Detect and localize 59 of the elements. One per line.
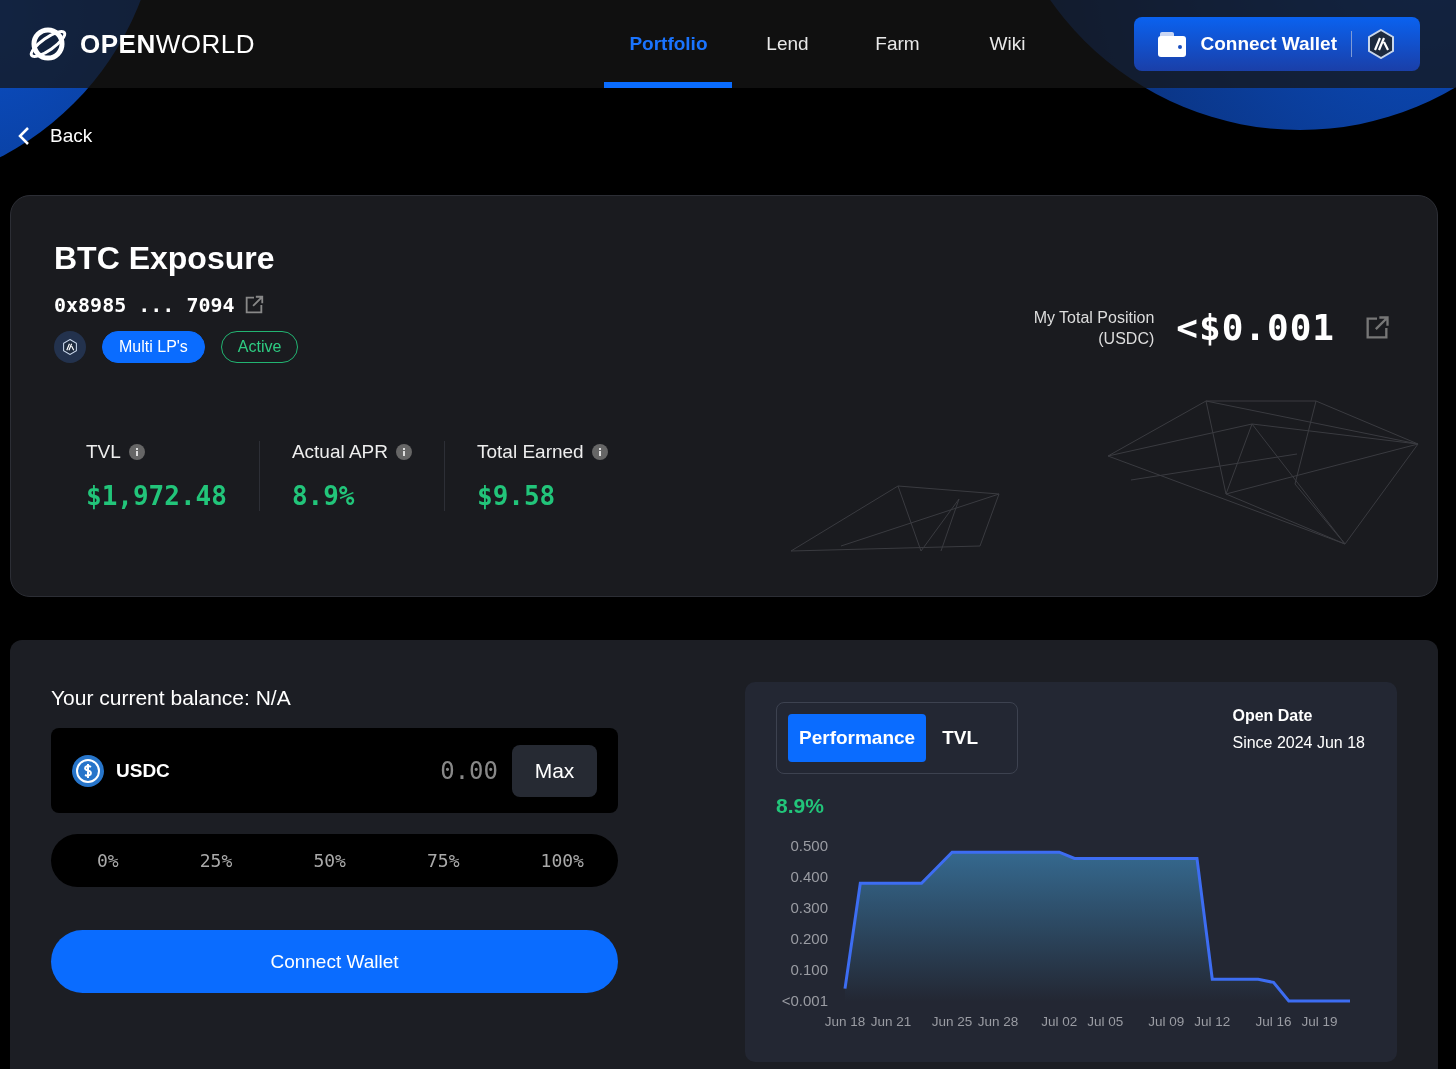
position-value: <$0.001 [1176,307,1335,348]
wallet-icon [1158,31,1187,57]
coin-icon [72,754,104,787]
balance-text: Your current balance: N/A [51,686,292,710]
amount-field[interactable]: USDC 0.00 Max [51,728,618,813]
token-name: USDC [116,759,170,782]
chart-tab[interactable]: Performance [788,714,927,762]
logo-text: OPENWORLD [80,28,255,60]
axis-tick-label: Jun 21 [870,1014,912,1029]
axis-tick-label: Jul 19 [1301,1014,1338,1029]
axis-tick-label: Jul 16 [1255,1014,1292,1029]
axis-tick-label: 0.100 [790,961,828,978]
axis-tick-label: Jul 05 [1087,1014,1124,1029]
open-date-value: Since 2024 Jun 18 [1232,733,1365,753]
vault-title: BTC Exposure [54,240,276,277]
info-icon[interactable] [591,444,608,460]
nav-tab[interactable]: Farm [842,0,953,88]
axis-tick-label: Jun 28 [977,1014,1019,1029]
planet-logo-icon [28,26,68,62]
axis-tick-label: <0.001 [781,992,828,1009]
percent-option[interactable]: 100% [540,850,584,871]
axis-tick-label: Jun 18 [824,1014,866,1029]
tag: Multi LP's [102,331,205,363]
vault-address: 0x8985 ... 7094 [54,293,235,317]
back-link[interactable]: Back [18,125,93,147]
percent-option[interactable]: 75% [427,850,460,871]
connect-wallet-button[interactable]: Connect Wallet [51,930,618,993]
stat-label: Actual APR [291,441,388,463]
percent-option[interactable]: 50% [313,850,346,871]
stat-label: Total Earned [477,441,584,463]
position-unit: (USDC) [1097,328,1155,349]
hexagon-logo-icon [62,339,78,355]
info-icon[interactable] [128,444,145,460]
stat-value: $9.58 [477,481,557,511]
nav-tab[interactable]: Portfolio [604,0,733,88]
axis-tick-label: 0.400 [790,868,828,885]
nav-tab[interactable]: Wiki [952,0,1063,88]
axis-tick-label: Jul 09 [1148,1014,1185,1029]
max-button[interactable]: Max [512,744,597,797]
info-icon[interactable] [396,444,412,460]
percent-option[interactable]: 25% [199,850,233,871]
hexagon-logo-icon [1366,29,1396,59]
stat-label: TVL [86,441,121,463]
axis-tick-label: Jul 02 [1041,1014,1078,1029]
stat-value: 8.9% [291,481,356,511]
axis-tick-label: Jul 12 [1194,1014,1231,1029]
apr-value: 8.9% [776,794,825,818]
axis-tick-label: 0.500 [790,837,828,854]
percent-option[interactable]: 0% [97,850,119,871]
chart-tab[interactable]: TVL [931,714,990,762]
axis-tick-label: Jun 25 [931,1014,973,1029]
axis-tick-label: 0.200 [790,930,828,947]
nav-tab[interactable]: Lend [732,0,843,88]
position-label: My Total Position [1033,307,1155,328]
stat-value: $1,972.48 [86,481,227,511]
connect-wallet-button[interactable]: Connect Wallet [1134,17,1420,71]
chevron-left-icon [18,126,30,146]
axis-tick-label: 0.300 [790,899,828,916]
open-date-label: Open Date [1232,706,1314,726]
